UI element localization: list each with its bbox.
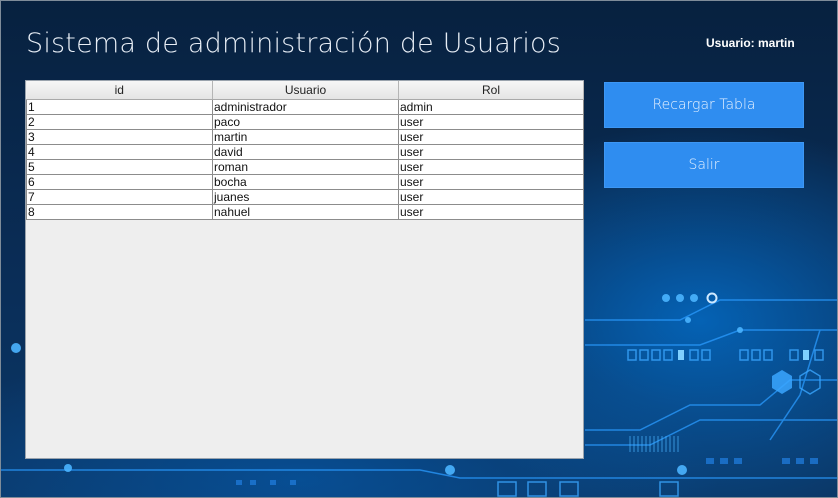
cell-rol[interactable]: admin (398, 99, 584, 115)
cell-usuario[interactable]: nahuel (212, 204, 399, 220)
table-row[interactable]: 3 martin user (26, 129, 584, 145)
reload-table-button[interactable]: Recargar Tabla (604, 82, 804, 128)
page-title: Sistema de administración de Usuarios (26, 28, 562, 59)
users-table-panel[interactable]: id Usuario Rol 1 administrador admin 2 p… (25, 80, 584, 459)
column-header-rol[interactable]: Rol (398, 81, 584, 100)
cell-rol[interactable]: user (398, 144, 584, 160)
table-header-row: id Usuario Rol (26, 81, 584, 100)
cell-rol[interactable]: user (398, 174, 584, 190)
cell-id[interactable]: 2 (26, 114, 213, 130)
cell-id[interactable]: 4 (26, 144, 213, 160)
cell-rol[interactable]: user (398, 189, 584, 205)
cell-id[interactable]: 6 (26, 174, 213, 190)
table-row[interactable]: 8 nahuel user (26, 204, 584, 220)
cell-usuario[interactable]: juanes (212, 189, 399, 205)
column-header-usuario[interactable]: Usuario (212, 81, 399, 100)
cell-id[interactable]: 7 (26, 189, 213, 205)
cell-rol[interactable]: user (398, 204, 584, 220)
cell-rol[interactable]: user (398, 129, 584, 145)
cell-usuario[interactable]: martin (212, 129, 399, 145)
cell-usuario[interactable]: paco (212, 114, 399, 130)
table-row[interactable]: 5 roman user (26, 159, 584, 175)
users-table: id Usuario Rol 1 administrador admin 2 p… (26, 81, 584, 220)
cell-usuario[interactable]: administrador (212, 99, 399, 115)
table-row[interactable]: 1 administrador admin (26, 99, 584, 115)
table-row[interactable]: 7 juanes user (26, 189, 584, 205)
table-row[interactable]: 4 david user (26, 144, 584, 160)
column-header-id[interactable]: id (26, 81, 213, 100)
cell-usuario[interactable]: roman (212, 159, 399, 175)
exit-button[interactable]: Salir (604, 142, 804, 188)
cell-usuario[interactable]: david (212, 144, 399, 160)
cell-id[interactable]: 3 (26, 129, 213, 145)
cell-rol[interactable]: user (398, 159, 584, 175)
cell-rol[interactable]: user (398, 114, 584, 130)
current-user-label: Usuario: martin (706, 36, 795, 50)
table-row[interactable]: 2 paco user (26, 114, 584, 130)
table-row[interactable]: 6 bocha user (26, 174, 584, 190)
cell-id[interactable]: 1 (26, 99, 213, 115)
cell-id[interactable]: 8 (26, 204, 213, 220)
cell-usuario[interactable]: bocha (212, 174, 399, 190)
cell-id[interactable]: 5 (26, 159, 213, 175)
